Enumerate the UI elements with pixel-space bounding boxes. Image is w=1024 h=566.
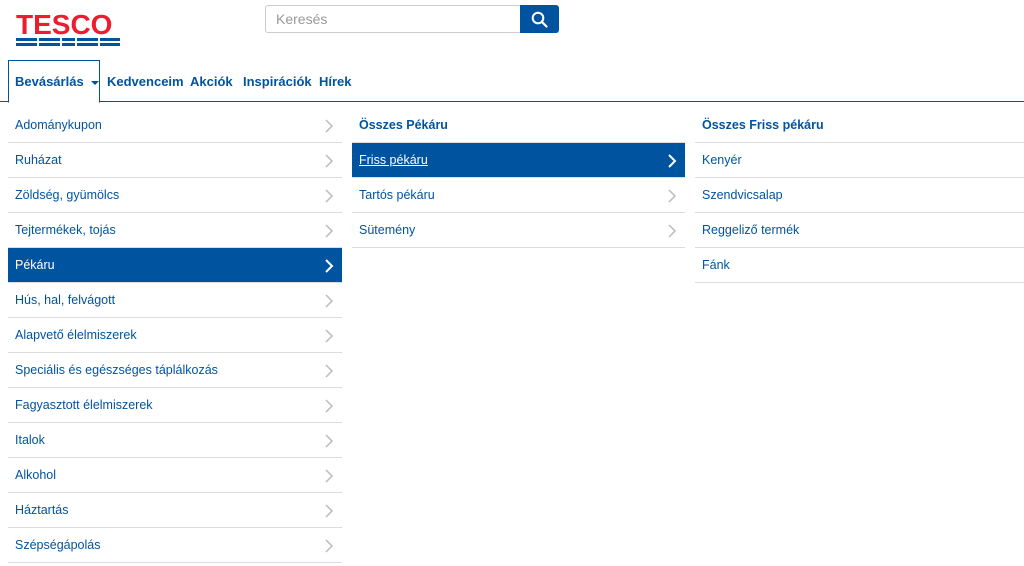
chevron-right-icon: [325, 224, 334, 238]
category-item[interactable]: Tejtermékek, tojás: [8, 213, 342, 248]
category-label: Ruházat: [15, 153, 62, 167]
subcategory-label: Sütemény: [359, 223, 416, 237]
category-item[interactable]: Zöldség, gyümölcs: [8, 178, 342, 213]
all-subcategory-link[interactable]: Összes Pékáru: [352, 108, 685, 143]
category-item[interactable]: Szépségápolás: [8, 528, 342, 563]
search-button[interactable]: [520, 5, 559, 33]
category-label: Hús, hal, felvágott: [15, 293, 116, 307]
nav-item-akciok[interactable]: Akciók: [190, 60, 233, 102]
search-input[interactable]: [265, 5, 520, 33]
chevron-right-icon: [325, 434, 334, 448]
chevron-right-icon: [325, 119, 334, 133]
chevron-right-icon: [325, 154, 334, 168]
category-item-selected[interactable]: Pékáru: [8, 248, 342, 283]
chevron-right-icon: [668, 224, 677, 238]
chevron-right-icon: [325, 539, 334, 553]
category-label: Speciális és egészséges táplálkozás: [15, 363, 218, 377]
subcategory-item[interactable]: Tartós pékáru: [352, 178, 685, 213]
category-item[interactable]: Ruházat: [8, 143, 342, 178]
category-item[interactable]: Speciális és egészséges táplálkozás: [8, 353, 342, 388]
category-label: Adománykupon: [15, 118, 102, 132]
chevron-right-icon: [325, 504, 334, 518]
chevron-right-icon: [325, 469, 334, 483]
category-column: Adománykupon Ruházat Zöldség, gyümölcs T…: [8, 108, 342, 563]
nav-item-label: Bevásárlás: [15, 74, 84, 89]
chevron-right-icon: [325, 329, 334, 343]
nav-item-inspiraciok[interactable]: Inspirációk: [243, 60, 312, 102]
subsubcategory-item[interactable]: Szendvicsalap: [695, 178, 1024, 213]
category-item[interactable]: Hús, hal, felvágott: [8, 283, 342, 318]
subcategory-item-selected[interactable]: Friss pékáru: [352, 143, 685, 178]
category-label: Fagyasztott élelmiszerek: [15, 398, 153, 412]
subcategory-label: Friss pékáru: [359, 153, 428, 167]
chevron-right-icon: [668, 154, 677, 168]
nav-item-label: Hírek: [319, 73, 352, 89]
main-nav: Bevásárlás Kedvenceim Akciók Inspirációk…: [0, 60, 1024, 103]
category-label: Italok: [15, 433, 45, 447]
chevron-right-icon: [325, 364, 334, 378]
chevron-right-icon: [325, 399, 334, 413]
chevron-right-icon: [668, 189, 677, 203]
category-label: Alkohol: [15, 468, 56, 482]
logo-stripes-icon: [16, 38, 120, 46]
subcategory-column: Összes Pékáru Friss pékáru Tartós pékáru…: [352, 108, 685, 248]
nav-item-label: Kedvenceim: [107, 73, 184, 89]
category-label: Tejtermékek, tojás: [15, 223, 116, 237]
caret-down-icon: [90, 81, 99, 85]
category-item[interactable]: Italok: [8, 423, 342, 458]
category-item[interactable]: Fagyasztott élelmiszerek: [8, 388, 342, 423]
category-label: Szépségápolás: [15, 538, 101, 552]
header: TESCO: [0, 0, 1024, 60]
subsubcategory-label: Fánk: [702, 258, 730, 272]
category-item[interactable]: Adománykupon: [8, 108, 342, 143]
category-item[interactable]: Háztartás: [8, 493, 342, 528]
category-label: Alapvető élelmiszerek: [15, 328, 137, 342]
nav-item-label: Akciók: [190, 73, 233, 89]
subcategory-label: Tartós pékáru: [359, 188, 435, 202]
logo-text: TESCO: [16, 9, 113, 40]
subsubcategory-item[interactable]: Kenyér: [695, 143, 1024, 178]
category-label: Háztartás: [15, 503, 69, 517]
nav-item-bevasarlas[interactable]: Bevásárlás: [8, 60, 100, 103]
subsubcategory-item[interactable]: Reggeliző termék: [695, 213, 1024, 248]
chevron-right-icon: [325, 189, 334, 203]
subsubcategory-label: Reggeliző termék: [702, 223, 800, 237]
category-label: Pékáru: [15, 258, 55, 272]
category-item[interactable]: Alapvető élelmiszerek: [8, 318, 342, 353]
tesco-logo[interactable]: TESCO: [16, 9, 120, 46]
search-icon: [531, 11, 548, 28]
all-subsubcategory-link[interactable]: Összes Friss pékáru: [695, 108, 1024, 143]
chevron-right-icon: [325, 259, 334, 273]
nav-item-label: Inspirációk: [243, 73, 312, 89]
subsubcategory-column: Összes Friss pékáru Kenyér Szendvicsalap…: [695, 108, 1024, 283]
subsubcategory-label: Kenyér: [702, 153, 742, 167]
subcategory-item[interactable]: Sütemény: [352, 213, 685, 248]
all-subcategory-label: Összes Pékáru: [359, 118, 448, 132]
nav-item-hirek[interactable]: Hírek: [319, 60, 352, 102]
subsubcategory-label: Szendvicsalap: [702, 188, 783, 202]
category-item[interactable]: Alkohol: [8, 458, 342, 493]
chevron-right-icon: [325, 294, 334, 308]
category-label: Zöldség, gyümölcs: [15, 188, 120, 202]
nav-item-kedvenceim[interactable]: Kedvenceim: [107, 60, 184, 102]
subsubcategory-item[interactable]: Fánk: [695, 248, 1024, 283]
all-subsubcategory-label: Összes Friss pékáru: [702, 118, 824, 132]
